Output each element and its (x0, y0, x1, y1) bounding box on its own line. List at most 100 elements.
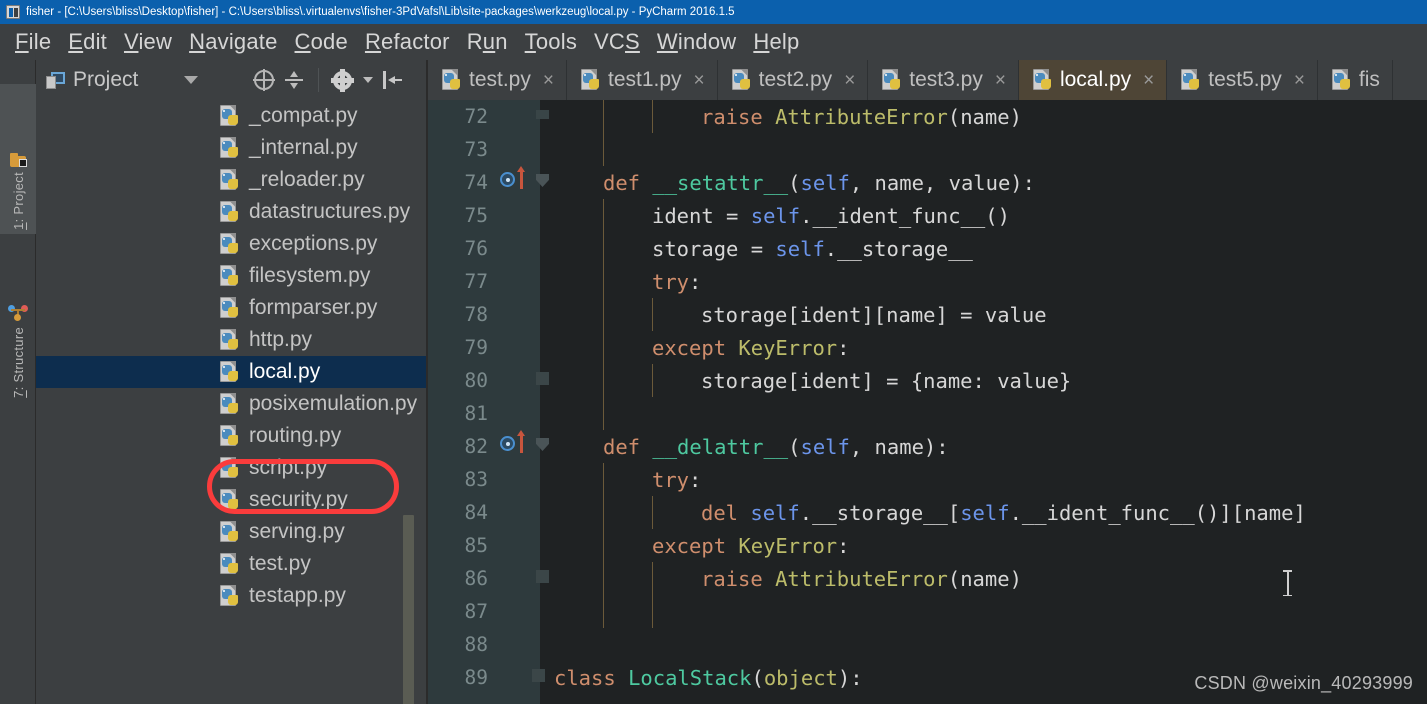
editor-tab-test2-py[interactable]: test2.py × (717, 60, 869, 100)
code-line[interactable]: 74 def __setattr__(self, name, value): (428, 166, 1427, 199)
code-content[interactable]: 72 raise AttributeError(name) 73 74 def __se… (428, 100, 1427, 704)
file-tree-item[interactable]: serving.py (36, 516, 428, 548)
code-line[interactable]: 72 raise AttributeError(name) (428, 100, 1427, 133)
code-line[interactable]: 87 (428, 595, 1427, 628)
chevron-down-icon[interactable] (184, 76, 199, 84)
code-token: : (689, 467, 702, 492)
code-fold-marker-icon[interactable] (532, 669, 545, 682)
code-fold-marker-icon[interactable] (536, 372, 549, 385)
project-panel-scrollbar[interactable] (403, 515, 414, 704)
code-token: try (652, 269, 690, 294)
file-tree-item[interactable]: security.py (36, 484, 428, 516)
file-tree-item[interactable]: posixemulation.py (36, 388, 428, 420)
file-tree-item[interactable]: exceptions.py (36, 228, 428, 260)
file-tree-item[interactable]: test.py (36, 548, 428, 580)
code-line[interactable]: 83 try: (428, 463, 1427, 496)
file-tree-item[interactable]: http.py (36, 324, 428, 356)
code-line[interactable]: 80 storage[ident] = {name: value} (428, 364, 1427, 397)
code-line[interactable]: 85 except KeyError: (428, 529, 1427, 562)
code-fold-marker-icon[interactable] (536, 174, 549, 187)
code-token: ): (837, 665, 863, 690)
editor-tab-test1-py[interactable]: test1.py × (566, 60, 718, 100)
menu-item-vcs[interactable]: VCS (587, 27, 647, 57)
code-fold-marker-icon[interactable] (536, 110, 549, 119)
menu-item-view[interactable]: View (117, 27, 179, 57)
file-tree-item-label: datastructures.py (249, 200, 411, 223)
line-number: 80 (464, 369, 488, 392)
code-line[interactable]: 73 (428, 133, 1427, 166)
menu-item-window[interactable]: Window (650, 27, 743, 57)
python-file-icon (220, 488, 240, 512)
code-text: ident = self.__ident_func__() (554, 204, 1010, 228)
menu-item-navigate[interactable]: Navigate (182, 27, 284, 57)
menu-item-file[interactable]: File (8, 27, 58, 57)
close-icon[interactable]: × (844, 71, 855, 90)
file-tree-item[interactable]: local.py (36, 356, 428, 388)
toolbar-divider (318, 68, 319, 92)
override-method-icon[interactable] (500, 436, 515, 451)
code-token: object (763, 665, 838, 690)
tool-window-button-project[interactable]: 1: Project (0, 84, 36, 234)
hide-panel-icon[interactable] (383, 71, 403, 89)
file-tree-item[interactable]: _internal.py (36, 132, 428, 164)
menu-item-tools[interactable]: Tools (518, 27, 584, 57)
locate-icon[interactable] (253, 69, 275, 91)
overriding-arrow-icon[interactable] (517, 166, 525, 189)
project-panel-title-group[interactable]: Project (36, 68, 232, 92)
file-tree-item-label: filesystem.py (249, 264, 371, 287)
file-tree-item[interactable]: routing.py (36, 420, 428, 452)
menu-item-code[interactable]: Code (288, 27, 355, 57)
close-icon[interactable]: × (543, 71, 554, 90)
close-icon[interactable]: × (1143, 71, 1154, 90)
code-line[interactable]: 77 try: (428, 265, 1427, 298)
file-tree-item[interactable]: filesystem.py (36, 260, 428, 292)
code-token: (name) (947, 566, 1022, 591)
file-tree-item[interactable]: formparser.py (36, 292, 428, 324)
file-tree-item[interactable]: _reloader.py (36, 164, 428, 196)
editor-tab-fis[interactable]: fis (1317, 60, 1393, 100)
code-line[interactable]: 79 except KeyError: (428, 331, 1427, 364)
gear-icon[interactable] (331, 68, 354, 92)
code-editor[interactable]: 72 raise AttributeError(name) 73 74 def __se… (428, 100, 1427, 704)
overriding-arrow-icon[interactable] (517, 430, 525, 453)
python-file-icon (220, 328, 240, 352)
collapse-all-icon[interactable] (284, 70, 304, 90)
code-line[interactable]: 78 storage[ident][name] = value (428, 298, 1427, 331)
code-line[interactable]: 76 storage = self.__storage__ (428, 232, 1427, 265)
code-fold-marker-icon[interactable] (536, 570, 549, 583)
code-token: AttributeError (775, 104, 948, 129)
file-tree-item[interactable]: _compat.py (36, 100, 428, 132)
chevron-down-icon[interactable] (363, 77, 373, 83)
override-method-icon[interactable] (500, 172, 515, 187)
editor-tab-test5-py[interactable]: test5.py × (1167, 60, 1318, 100)
menu-item-refactor[interactable]: Refactor (358, 27, 457, 57)
python-file-icon (442, 69, 461, 91)
menu-item-edit[interactable]: Edit (61, 27, 114, 57)
project-file-tree[interactable]: _compat.py _internal.py _reloader.pydatast… (36, 100, 428, 704)
python-file-icon (220, 584, 240, 608)
code-line[interactable]: 88 (428, 628, 1427, 661)
editor-tab-local-py[interactable]: local.py × (1018, 60, 1168, 100)
menu-item-run[interactable]: Run (460, 27, 515, 57)
tool-window-button-structure[interactable]: 7: Structure (0, 240, 36, 402)
code-line[interactable]: 82 def __delattr__(self, name): (428, 430, 1427, 463)
code-line[interactable]: 81 (428, 397, 1427, 430)
code-line[interactable]: 84 del self.__storage__[self.__ident_func… (428, 496, 1427, 529)
menu-item-help[interactable]: Help (746, 27, 806, 57)
close-icon[interactable]: × (694, 71, 705, 90)
code-token: , name, value): (849, 170, 1035, 195)
code-line[interactable]: 86 raise AttributeError(name) (428, 562, 1427, 595)
code-fold-marker-icon[interactable] (536, 438, 549, 451)
code-token: ident = (652, 203, 751, 228)
code-line[interactable]: 75 ident = self.__ident_func__() (428, 199, 1427, 232)
close-icon[interactable]: × (995, 71, 1006, 90)
python-file-icon (220, 520, 240, 544)
editor-tab-test3-py[interactable]: test3.py × (868, 60, 1019, 100)
python-file-icon (220, 168, 240, 192)
editor-tab-test-py[interactable]: test.py × (428, 60, 567, 100)
file-tree-item[interactable]: script.py (36, 452, 428, 484)
file-tree-item[interactable]: datastructures.py (36, 196, 428, 228)
file-tree-item[interactable]: testapp.py (36, 580, 428, 612)
close-icon[interactable]: × (1294, 71, 1305, 90)
file-tree-item-label: _internal.py (249, 136, 358, 159)
